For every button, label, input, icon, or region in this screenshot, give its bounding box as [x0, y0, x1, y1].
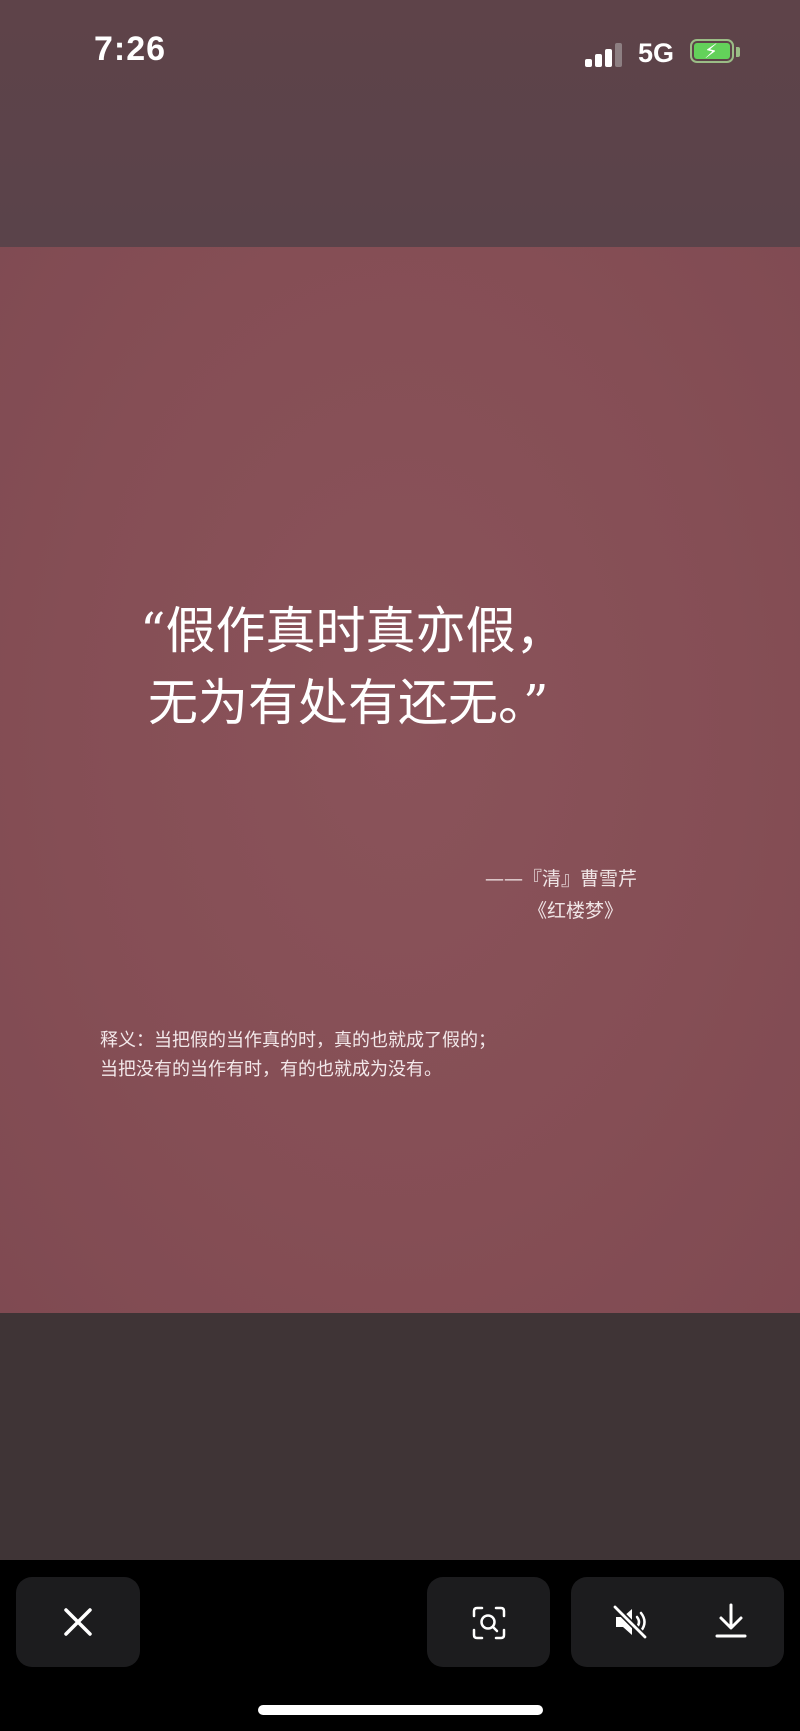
close-button[interactable] — [16, 1577, 140, 1667]
download-icon — [715, 1603, 747, 1638]
media-actions-group — [571, 1577, 784, 1667]
mute-button[interactable] — [571, 1577, 677, 1667]
home-indicator[interactable] — [258, 1705, 543, 1715]
meaning-line-2: 当把没有的当作有时，有的也就成为没有。 — [100, 1059, 442, 1080]
lower-backdrop — [0, 1313, 800, 1560]
signal-icon — [585, 43, 627, 67]
quote-source: 《红楼梦》 — [528, 900, 624, 922]
meaning-line-1: 释义：当把假的当作真的时，真的也就成了假的； — [100, 1030, 496, 1051]
quote-image — [0, 247, 800, 1313]
quote-author: ——『清』曹雪芹 — [485, 868, 638, 890]
quote-line-1: “假作真时真亦假， — [140, 602, 566, 660]
quote-meaning: 释义：当把假的当作真的时，真的也就成了假的； 当把没有的当作有时，有的也就成为没… — [100, 1026, 496, 1084]
status-time: 7:26 — [94, 30, 167, 68]
speaker-muted-icon — [612, 1604, 648, 1640]
download-button[interactable] — [677, 1577, 784, 1667]
visual-search-icon — [472, 1606, 506, 1640]
network-type: 5G — [638, 38, 675, 68]
status-bar: 7:26 5G ⚡ — [0, 0, 800, 110]
visual-search-button[interactable] — [427, 1577, 550, 1667]
battery-charging-icon: ⚡ — [690, 39, 742, 67]
close-icon — [64, 1608, 92, 1636]
quote-line-2: 无为有处有还无。” — [148, 674, 549, 732]
